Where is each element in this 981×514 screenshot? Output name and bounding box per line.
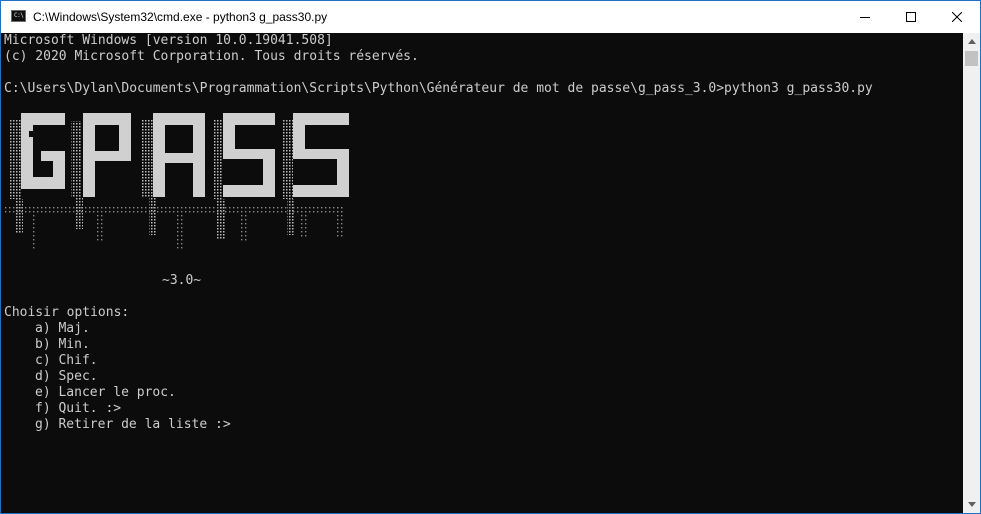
minimize-icon — [860, 17, 870, 18]
terminal-line-header: Microsoft Windows [version 10.0.19041.50… — [4, 33, 333, 48]
scroll-thumb[interactable] — [965, 51, 978, 66]
terminal-output[interactable]: Microsoft Windows [version 10.0.19041.50… — [1, 33, 963, 513]
close-icon — [952, 12, 962, 22]
maximize-button[interactable] — [888, 1, 934, 33]
scroll-down-icon — [967, 502, 976, 507]
terminal-line-command: C:\Users\Dylan\Documents\Programmation\S… — [4, 81, 873, 96]
menu-option-d: d) Spec. — [35, 369, 98, 384]
menu-header: Choisir options: — [4, 305, 130, 320]
close-button[interactable] — [934, 1, 980, 33]
menu-option-a: a) Maj. — [35, 321, 90, 336]
menu-option-g: g) Retirer de la liste :> — [35, 417, 231, 432]
window-title: C:\Windows\System32\cmd.exe - python3 g_… — [33, 10, 328, 24]
cmd-window: C:\ C:\Windows\System32\cmd.exe - python… — [0, 0, 981, 514]
minimize-button[interactable] — [842, 1, 888, 33]
title-bar[interactable]: C:\ C:\Windows\System32\cmd.exe - python… — [1, 1, 980, 33]
cmd-app-icon[interactable]: C:\ — [11, 10, 26, 22]
maximize-icon — [906, 12, 916, 22]
vertical-scrollbar[interactable] — [963, 33, 980, 513]
scroll-up-button[interactable] — [963, 33, 980, 50]
version-text: ~3.0~ — [162, 273, 202, 288]
menu-option-e: e) Lancer le proc. — [35, 385, 176, 400]
cmd-app-icon-label: C:\ — [14, 12, 24, 19]
scroll-down-button[interactable] — [963, 496, 980, 513]
terminal-line-copyright: (c) 2020 Microsoft Corporation. Tous dro… — [4, 49, 419, 64]
gpass-ascii-logo — [5, 113, 349, 249]
menu-option-f: f) Quit. :> — [35, 401, 122, 416]
menu-option-b: b) Min. — [35, 337, 90, 352]
menu-option-c: c) Chif. — [35, 353, 98, 368]
scroll-up-icon — [967, 39, 976, 44]
